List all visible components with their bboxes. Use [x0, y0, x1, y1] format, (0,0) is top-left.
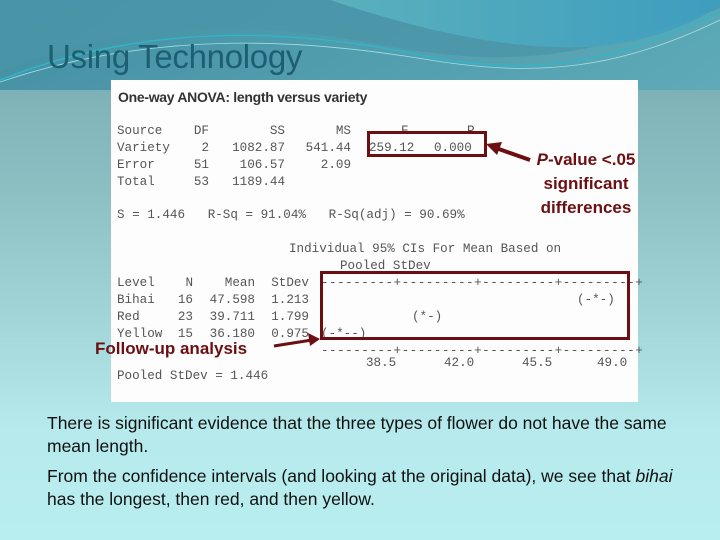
anova-cell: 1082.87	[232, 141, 285, 155]
pvalue-line3: differences	[540, 198, 632, 217]
level-cell: 39.711	[209, 310, 255, 324]
pooled-stdev-line: Pooled StDev = 1.446	[117, 369, 269, 383]
level-cell: 23	[177, 310, 193, 324]
level-col-stdev: StDev	[271, 276, 309, 290]
level-cell: 16	[177, 293, 193, 307]
para2-text: From the confidence intervals (and looki…	[47, 466, 636, 486]
para2-text-end: has the longest, then red, and then yell…	[47, 489, 375, 509]
pvalue-italic-p: P	[536, 150, 548, 169]
slide-title: Using Technology	[47, 38, 303, 75]
level-cell: Bihai	[117, 293, 155, 307]
conclusion-paragraph-1: There is significant evidence that the t…	[47, 413, 667, 456]
level-cell: Red	[117, 310, 140, 324]
para2-italic: bihai	[635, 466, 673, 486]
anova-col-df: DF	[193, 124, 209, 138]
anova-cell: 2	[201, 141, 209, 155]
anova-cell: 541.44	[305, 141, 351, 155]
pvalue-line1: -value <.05	[547, 150, 636, 169]
conclusion-text: There is significant evidence that the t…	[47, 412, 697, 518]
f-p-highlight-box	[367, 131, 487, 157]
conclusion-paragraph-2: From the confidence intervals (and looki…	[47, 465, 697, 511]
pvalue-line2: significant	[543, 174, 629, 193]
followup-annotation: Follow-up analysis	[95, 339, 248, 358]
anova-heading: One-way ANOVA: length versus variety	[118, 89, 368, 105]
level-col-n: N	[185, 276, 193, 290]
level-cell: 47.598	[209, 293, 255, 307]
anova-cell: Variety	[117, 141, 170, 155]
anova-col-ms: MS	[335, 124, 351, 138]
ci-tick-label: 42.0	[444, 356, 475, 370]
level-col-mean: Mean	[224, 276, 255, 290]
level-cell: 0.975	[271, 327, 309, 341]
anova-cell: Total	[117, 175, 155, 189]
anova-cell: 51	[193, 158, 209, 172]
anova-cell: 1189.44	[232, 175, 285, 189]
ci-tick-label: 49.0	[597, 356, 628, 370]
level-col-level: Level	[117, 276, 155, 290]
level-cell: 1.799	[271, 310, 309, 324]
pvalue-annotation: P-value <.05 significant differences	[524, 148, 648, 220]
anova-cell: 2.09	[320, 158, 351, 172]
anova-col-ss: SS	[269, 124, 285, 138]
anova-cell: Error	[117, 158, 155, 172]
anova-cell: 53	[193, 175, 209, 189]
ci-highlight-box	[320, 271, 630, 340]
ci-tick-label: 45.5	[522, 356, 553, 370]
anova-col-source: Source	[117, 124, 163, 138]
anova-cell: 106.57	[239, 158, 285, 172]
ci-tick-label: 38.5	[366, 356, 397, 370]
level-cell: 1.213	[271, 293, 309, 307]
summary-line: S = 1.446 R-Sq = 91.04% R-Sq(adj) = 90.6…	[117, 208, 465, 222]
ci-heading-1: Individual 95% CIs For Mean Based on	[289, 242, 562, 256]
